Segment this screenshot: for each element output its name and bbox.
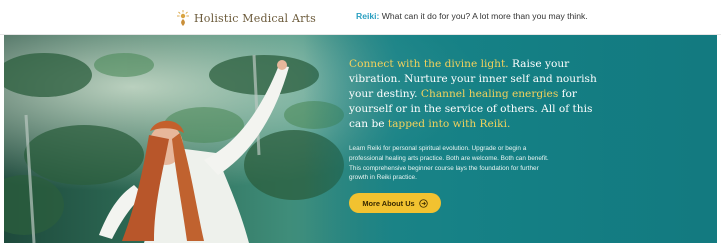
tagline-accent: Reiki:: [356, 11, 380, 21]
headline-highlight-2: Channel healing energies: [420, 88, 559, 100]
top-bar: Holistic Medical Arts Reiki: What can it…: [0, 0, 721, 35]
right-gutter: [717, 35, 721, 246]
headline-highlight-1: Connect with the divine light.: [349, 58, 509, 70]
site-logo[interactable]: Holistic Medical Arts: [176, 8, 316, 28]
more-about-us-label: More About Us: [362, 198, 415, 208]
more-about-us-button[interactable]: More About Us: [349, 193, 441, 213]
hero-headline: Connect with the divine light. Raise you…: [349, 57, 609, 132]
headline-highlight-3: tapped into with Reiki.: [387, 118, 511, 130]
header-tagline: Reiki: What can it do for you? A lot mor…: [356, 11, 588, 21]
hero-body: Learn Reiki for personal spiritual evolu…: [349, 145, 549, 182]
lotus-sun-icon: [177, 10, 189, 26]
tagline-text: What can it do for you? A lot more than …: [379, 11, 588, 21]
hero-banner: Connect with the divine light. Raise you…: [4, 35, 717, 243]
arrow-right-circle-icon: [418, 198, 428, 208]
logo-text: Holistic Medical Arts: [194, 11, 317, 25]
hero-copy: Connect with the divine light. Raise you…: [349, 57, 609, 183]
